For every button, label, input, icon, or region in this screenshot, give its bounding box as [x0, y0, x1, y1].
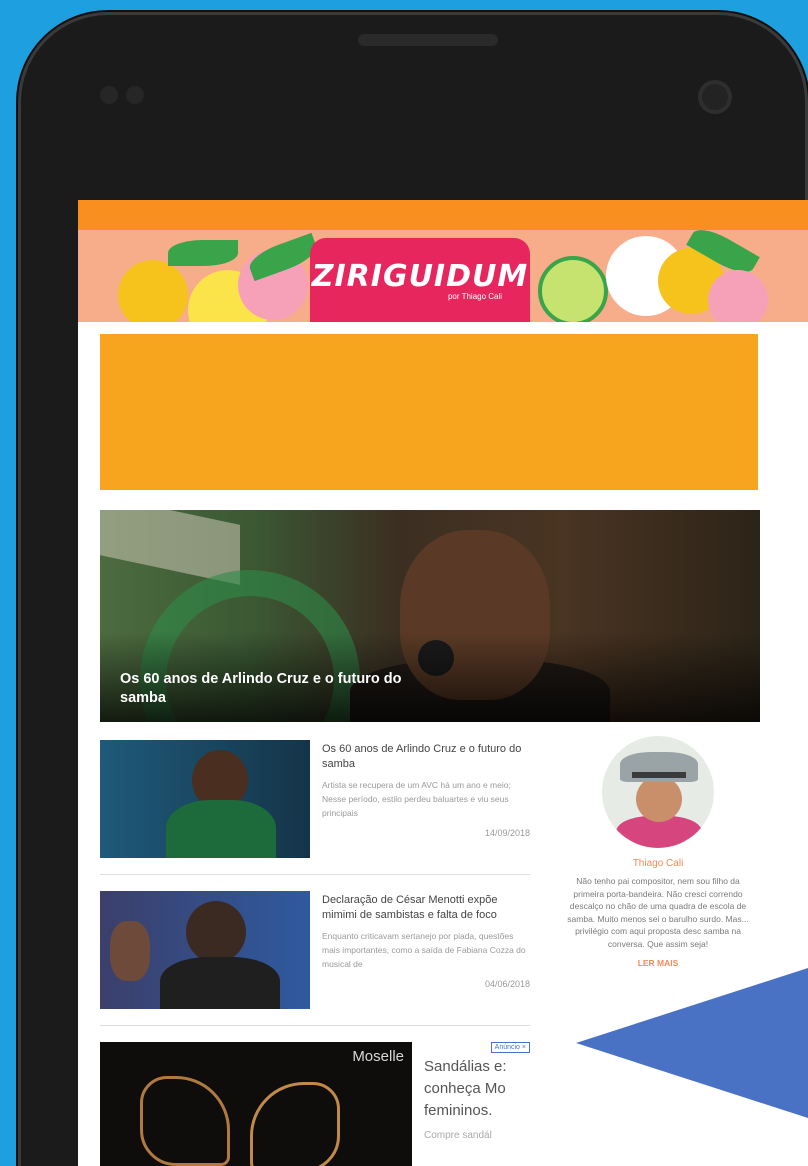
article-summary: Enquanto criticavam sertanejo por piada,…	[322, 931, 526, 969]
banner-decoration	[708, 270, 768, 322]
sandal-image	[140, 1076, 230, 1166]
advertisement-banner[interactable]	[100, 334, 758, 490]
avatar-head	[636, 776, 682, 822]
ad-title-line: Sandálias e:	[424, 1058, 507, 1075]
thumbnail-shirt	[166, 800, 276, 858]
article-text: Os 60 anos de Arlindo Cruz e o futuro do…	[322, 740, 530, 858]
list-item[interactable]: Os 60 anos de Arlindo Cruz e o futuro do…	[100, 740, 530, 875]
site-logo[interactable]: ZIRIGUIDUM por Thiago Cali	[310, 238, 530, 322]
avatar-hat-band	[632, 772, 686, 778]
article-summary: Artista se recupera de um AVC há um ano …	[322, 780, 511, 818]
avatar[interactable]	[602, 736, 714, 848]
author-name[interactable]: Thiago Cali	[562, 858, 754, 869]
banner-drum	[538, 256, 608, 322]
sandal-image	[250, 1082, 340, 1166]
article-thumbnail[interactable]	[100, 740, 310, 858]
ad-title-line: conheça Mo	[424, 1080, 506, 1097]
list-item[interactable]: Declaração de César Menotti expõe mimimi…	[100, 891, 530, 1026]
read-more-link[interactable]: LER MAIS	[562, 958, 754, 968]
article-date: 04/06/2018	[484, 979, 530, 989]
article-text: Declaração de César Menotti expõe mimimi…	[322, 891, 530, 1009]
thumbnail-person	[110, 921, 150, 981]
ad-description: Compre sandál	[424, 1130, 492, 1141]
banner-leaf	[168, 240, 238, 266]
article-title[interactable]: Os 60 anos de Arlindo Cruz e o futuro do…	[322, 742, 530, 772]
author-sidebar: Thiago Cali Não tenho pai compositor, ne…	[562, 736, 754, 968]
article-list: Os 60 anos de Arlindo Cruz e o futuro do…	[100, 740, 530, 1166]
ad-title-line: femininos.	[424, 1102, 493, 1119]
top-orange-bar	[78, 200, 808, 230]
ad-badge[interactable]: Anúncio ×	[490, 1042, 530, 1053]
sponsored-text: Anúncio × Sandálias e: conheça Mo femini…	[424, 1042, 530, 1166]
sponsored-thumbnail[interactable]: Moselle	[100, 1042, 412, 1166]
article-title[interactable]: Declaração de César Menotti expõe mimimi…	[322, 893, 530, 923]
hero-featured-article[interactable]: Os 60 anos de Arlindo Cruz e o futuro do…	[100, 510, 760, 722]
thumbnail-person	[186, 901, 246, 963]
banner-decoration	[118, 260, 188, 322]
ad-title[interactable]: Sandálias e: conheça Mo femininos.	[424, 1056, 530, 1122]
article-date: 14/09/2018	[484, 828, 530, 838]
phone-frame: ZIRIGUIDUM por Thiago Cali Os 60 anos de…	[18, 12, 808, 1166]
logo-text: ZIRIGUIDUM	[311, 259, 529, 294]
site-header-banner[interactable]: ZIRIGUIDUM por Thiago Cali	[78, 230, 808, 322]
ad-brand: Moselle	[352, 1048, 404, 1065]
hero-title[interactable]: Os 60 anos de Arlindo Cruz e o futuro do…	[120, 670, 420, 708]
author-bio: Não tenho pai compositor, nem sou filho …	[567, 876, 749, 949]
article-thumbnail[interactable]	[100, 891, 310, 1009]
phone-sensor	[126, 86, 144, 104]
thumbnail-shirt	[160, 957, 280, 1009]
phone-speaker-grille	[358, 34, 498, 46]
phone-sensor	[100, 86, 118, 104]
sponsored-item[interactable]: Moselle Anúncio × Sandálias e: conheça M…	[100, 1042, 530, 1166]
logo-subtitle: por Thiago Cali	[447, 292, 503, 301]
phone-camera	[698, 80, 732, 114]
